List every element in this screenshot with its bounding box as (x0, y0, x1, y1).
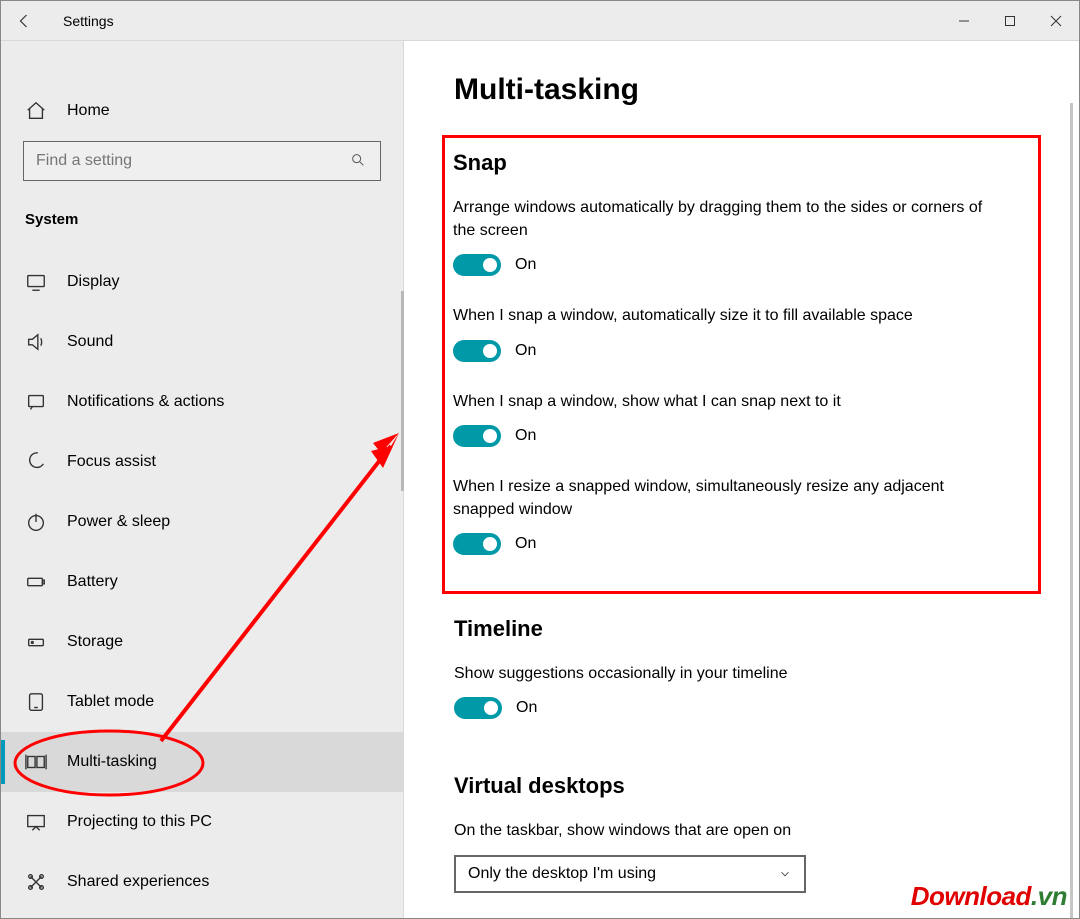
display-icon (25, 271, 47, 293)
snap-section-highlight: Snap Arrange windows automatically by dr… (442, 135, 1041, 594)
virtual-desktops-selected: Only the desktop I'm using (468, 865, 656, 883)
arrow-left-icon (16, 12, 34, 30)
projecting-icon (25, 811, 47, 833)
snap-opt3-state: On (515, 427, 536, 445)
snap-opt1-toggle[interactable] (453, 254, 501, 276)
snap-opt4-state: On (515, 535, 536, 553)
timeline-opt1-state: On (516, 699, 537, 717)
sidebar-home-label: Home (67, 102, 110, 120)
sidebar-item-label: Shared experiences (67, 873, 209, 891)
home-icon (25, 100, 47, 122)
watermark-part1: Download (911, 881, 1031, 911)
tablet-icon (25, 691, 47, 713)
sidebar-item-label: Tablet mode (67, 693, 154, 711)
sidebar-item-tablet-mode[interactable]: Tablet mode (1, 672, 403, 732)
timeline-heading: Timeline (454, 616, 1029, 642)
titlebar: Settings (1, 1, 1079, 41)
snap-opt3-label: When I snap a window, show what I can sn… (453, 390, 993, 413)
close-icon (1050, 15, 1062, 27)
sidebar-item-label: Display (67, 273, 119, 291)
sidebar-item-focus-assist[interactable]: Focus assist (1, 432, 403, 492)
window-title: Settings (63, 13, 114, 29)
sidebar-item-projecting[interactable]: Projecting to this PC (1, 792, 403, 852)
notifications-icon (25, 391, 47, 413)
snap-opt4-label: When I resize a snapped window, simultan… (453, 475, 993, 521)
sound-icon (25, 331, 47, 353)
page-title: Multi-tasking (454, 73, 1029, 107)
maximize-button[interactable] (987, 1, 1033, 41)
virtual-desktops-combo[interactable]: Only the desktop I'm using (454, 855, 806, 893)
chevron-down-icon (778, 867, 792, 881)
window-controls (941, 1, 1079, 41)
sidebar-item-label: Power & sleep (67, 513, 170, 531)
content-area: Multi-tasking Snap Arrange windows autom… (404, 41, 1079, 918)
sidebar-item-display[interactable]: Display (1, 252, 403, 312)
search-input[interactable] (23, 141, 381, 181)
shared-experiences-icon (25, 871, 47, 893)
power-icon (25, 511, 47, 533)
sidebar-item-storage[interactable]: Storage (1, 612, 403, 672)
sidebar-item-battery[interactable]: Battery (1, 552, 403, 612)
virtual-desktops-label: On the taskbar, show windows that are op… (454, 819, 994, 842)
snap-opt2-toggle[interactable] (453, 340, 501, 362)
sidebar-item-label: Sound (67, 333, 113, 351)
maximize-icon (1004, 15, 1016, 27)
storage-icon (25, 631, 47, 653)
sidebar-home[interactable]: Home (1, 81, 403, 141)
minimize-button[interactable] (941, 1, 987, 41)
sidebar-item-label: Storage (67, 633, 123, 651)
sidebar-item-notifications[interactable]: Notifications & actions (1, 372, 403, 432)
sidebar: Home System Display Sound (1, 41, 404, 918)
search-field[interactable] (36, 152, 350, 170)
minimize-icon (958, 15, 970, 27)
sidebar-item-label: Notifications & actions (67, 393, 224, 411)
focus-assist-icon (25, 451, 47, 473)
multitasking-icon (25, 751, 47, 773)
sidebar-item-power-sleep[interactable]: Power & sleep (1, 492, 403, 552)
sidebar-item-label: Multi-tasking (67, 753, 157, 771)
snap-opt1-label: Arrange windows automatically by draggin… (453, 196, 993, 242)
snap-opt4-toggle[interactable] (453, 533, 501, 555)
sidebar-item-shared-experiences[interactable]: Shared experiences (1, 852, 403, 912)
watermark-part2: .vn (1031, 881, 1067, 911)
search-icon (350, 152, 368, 170)
back-button[interactable] (1, 1, 49, 41)
snap-opt2-state: On (515, 342, 536, 360)
sidebar-item-label: Projecting to this PC (67, 813, 212, 831)
content-scrollbar[interactable] (1070, 103, 1073, 918)
sidebar-item-sound[interactable]: Sound (1, 312, 403, 372)
battery-icon (25, 571, 47, 593)
timeline-opt1-toggle[interactable] (454, 697, 502, 719)
sidebar-section-label: System (1, 193, 403, 238)
sidebar-item-label: Battery (67, 573, 118, 591)
snap-heading: Snap (453, 150, 1028, 176)
timeline-opt1-label: Show suggestions occasionally in your ti… (454, 662, 994, 685)
sidebar-item-multitasking[interactable]: Multi-tasking (1, 732, 403, 792)
snap-opt2-label: When I snap a window, automatically size… (453, 304, 993, 327)
snap-opt3-toggle[interactable] (453, 425, 501, 447)
close-button[interactable] (1033, 1, 1079, 41)
virtual-desktops-heading: Virtual desktops (454, 773, 1029, 799)
snap-opt1-state: On (515, 256, 536, 274)
watermark: Download.vn (911, 881, 1067, 912)
sidebar-item-label: Focus assist (67, 453, 156, 471)
